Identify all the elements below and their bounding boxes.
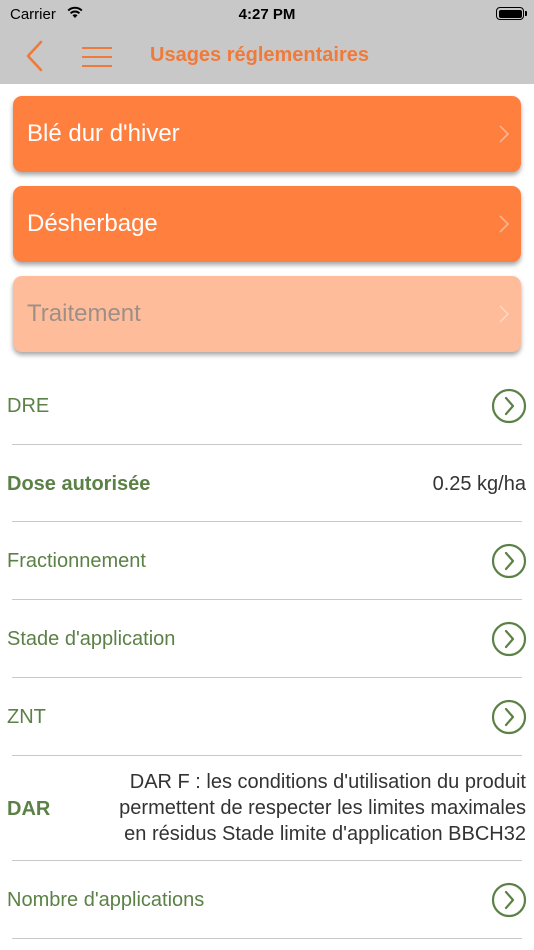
clock: 4:27 PM — [238, 6, 296, 23]
dar-line: permettent de respecter les limites maxi… — [119, 797, 526, 819]
hamburger-menu-icon[interactable] — [80, 43, 114, 71]
row-dose-value: 0.25 kg/ha — [432, 473, 526, 495]
card-usage[interactable]: Désherbage — [13, 186, 521, 262]
row-stade-label: Stade d'application — [7, 628, 176, 650]
row-znt-label: ZNT — [7, 706, 46, 728]
card-traitement-label: Traitement — [27, 300, 141, 327]
page-title: Usages réglementaires — [150, 44, 370, 66]
divider — [12, 599, 522, 600]
card-culture-label: Blé dur d'hiver — [27, 120, 180, 147]
row-dose-label: Dose autorisée — [7, 473, 151, 495]
card-usage-label: Désherbage — [27, 210, 158, 237]
status-bar: Carrier 4:27 PM — [0, 0, 534, 30]
card-culture[interactable]: Blé dur d'hiver — [13, 96, 521, 172]
card-traitement[interactable]: Traitement — [13, 276, 521, 352]
row-dar: DAR DAR F : les conditions d'utilisation… — [0, 769, 534, 851]
chevron-right-icon — [499, 125, 510, 143]
navigation-bar: Usages réglementaires — [0, 30, 534, 84]
dar-line: en résidus Stade limite d'application BB… — [124, 823, 526, 845]
chevron-right-icon — [499, 215, 510, 233]
chevron-circle-icon[interactable] — [491, 621, 527, 657]
divider — [12, 755, 522, 756]
battery-icon — [496, 7, 527, 20]
chevron-circle-icon[interactable] — [491, 699, 527, 735]
back-chevron-icon[interactable] — [22, 38, 50, 74]
dar-line: DAR F : les conditions d'utilisation du … — [129, 771, 526, 793]
divider — [12, 677, 522, 678]
chevron-circle-icon[interactable] — [491, 543, 527, 579]
divider — [12, 521, 522, 522]
row-dar-text: DAR F : les conditions d'utilisation du … — [92, 769, 526, 847]
row-dar-label: DAR — [7, 798, 51, 820]
divider — [12, 938, 522, 939]
row-fractionnement-label: Fractionnement — [7, 550, 146, 572]
row-nombre-applications-label: Nombre d'applications — [7, 889, 205, 911]
chevron-circle-icon[interactable] — [491, 882, 527, 918]
chevron-circle-icon[interactable] — [491, 388, 527, 424]
divider — [12, 444, 522, 445]
chevron-right-icon — [499, 305, 510, 323]
row-dre-label: DRE — [7, 395, 50, 417]
divider — [12, 860, 522, 861]
